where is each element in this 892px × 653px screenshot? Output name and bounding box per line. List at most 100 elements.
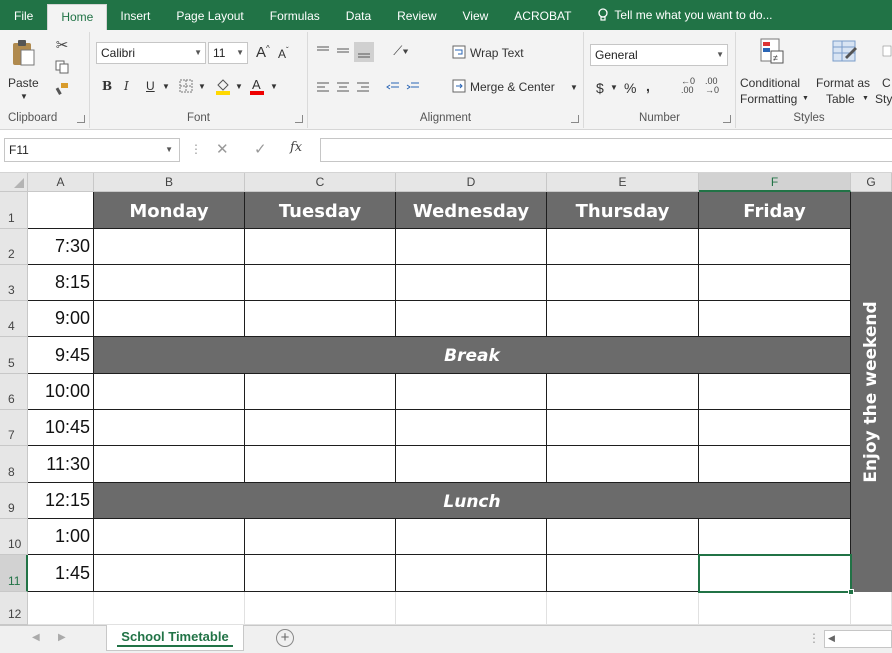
formula-input[interactable] — [320, 138, 892, 162]
italic-button[interactable]: I — [124, 79, 129, 93]
class-cell[interactable] — [699, 374, 851, 410]
time-cell[interactable]: 1:45 — [28, 555, 94, 592]
horizontal-scrollbar[interactable]: ◀ — [824, 630, 892, 648]
class-cell[interactable] — [396, 229, 547, 265]
lunch-band[interactable]: Lunch — [94, 483, 851, 519]
scroll-sheets-right-icon[interactable]: ▶ — [58, 632, 66, 643]
column-header-f[interactable]: F — [699, 173, 851, 192]
add-sheet-icon[interactable]: + — [276, 629, 294, 647]
class-cell[interactable] — [699, 301, 851, 337]
decrease-indent-icon[interactable] — [384, 78, 402, 96]
time-cell[interactable]: 10:00 — [28, 374, 94, 410]
column-header-d[interactable]: D — [396, 173, 547, 192]
time-cell[interactable]: 10:45 — [28, 410, 94, 446]
active-cell-f11[interactable] — [698, 554, 852, 593]
class-cell[interactable] — [245, 446, 396, 483]
splitter-grip-icon[interactable]: ⋮ — [808, 631, 820, 645]
class-cell[interactable] — [547, 446, 699, 483]
column-header-g[interactable]: G — [851, 173, 892, 192]
comma-button[interactable]: , — [646, 78, 650, 94]
class-cell[interactable] — [94, 374, 245, 410]
class-cell[interactable] — [699, 446, 851, 483]
shrink-font-icon[interactable]: Aˇ — [278, 46, 289, 61]
underline-dropdown-icon[interactable]: ▼ — [162, 82, 170, 91]
bold-button[interactable]: B — [102, 79, 112, 93]
conditional-formatting-icon[interactable]: ≠ — [758, 36, 788, 66]
align-center-icon[interactable] — [334, 78, 352, 96]
wrap-text-icon[interactable] — [450, 44, 468, 60]
day-header-wednesday[interactable]: Wednesday — [396, 192, 547, 229]
time-cell[interactable]: 12:15 — [28, 483, 94, 519]
column-header-b[interactable]: B — [94, 173, 245, 192]
fill-color-dropdown-icon[interactable]: ▼ — [235, 82, 243, 91]
cell-a12[interactable] — [28, 592, 94, 625]
column-header-c[interactable]: C — [245, 173, 396, 192]
paste-button[interactable] — [8, 36, 38, 70]
class-cell[interactable] — [245, 229, 396, 265]
class-cell[interactable] — [547, 410, 699, 446]
class-cell[interactable] — [245, 301, 396, 337]
row-header-10[interactable]: 10 — [0, 519, 28, 555]
cell-f12[interactable] — [699, 592, 851, 625]
font-launcher-icon[interactable] — [295, 115, 303, 123]
tab-data[interactable]: Data — [333, 0, 384, 30]
cell-styles-icon[interactable] — [882, 36, 892, 66]
cell-g12[interactable] — [851, 592, 892, 625]
tab-home[interactable]: Home — [47, 4, 108, 30]
class-cell[interactable] — [547, 301, 699, 337]
class-cell[interactable] — [547, 374, 699, 410]
align-bottom-icon[interactable] — [354, 42, 374, 62]
day-header-monday[interactable]: Monday — [94, 192, 245, 229]
row-header-4[interactable]: 4 — [0, 301, 28, 337]
cell-d12[interactable] — [396, 592, 547, 625]
column-header-e[interactable]: E — [547, 173, 699, 192]
cancel-icon[interactable]: ✕ — [216, 140, 229, 158]
class-cell[interactable] — [699, 410, 851, 446]
class-cell[interactable] — [396, 519, 547, 555]
increase-decimal-icon[interactable]: ←0.00 — [678, 76, 698, 96]
clipboard-launcher-icon[interactable] — [77, 115, 85, 123]
row-header-11[interactable]: 11 — [0, 555, 28, 592]
scroll-left-icon[interactable]: ◀ — [828, 633, 835, 644]
format-as-table-icon[interactable] — [830, 36, 860, 66]
insert-function-icon[interactable]: fx — [290, 140, 302, 155]
enter-icon[interactable]: ✓ — [254, 140, 267, 158]
cell-e12[interactable] — [547, 592, 699, 625]
tab-file[interactable]: File — [0, 0, 47, 30]
time-cell[interactable]: 8:15 — [28, 265, 94, 301]
class-cell[interactable] — [699, 229, 851, 265]
grow-font-icon[interactable]: A^ — [256, 44, 270, 61]
class-cell[interactable] — [94, 446, 245, 483]
select-all-corner[interactable] — [0, 173, 28, 192]
borders-dropdown-icon[interactable]: ▼ — [198, 82, 206, 91]
font-color-dropdown-icon[interactable]: ▼ — [270, 82, 278, 91]
merge-center-button[interactable]: Merge & Center — [470, 80, 555, 94]
class-cell[interactable] — [396, 555, 547, 592]
row-header-12[interactable]: 12 — [0, 592, 28, 625]
tab-formulas[interactable]: Formulas — [257, 0, 333, 30]
class-cell[interactable] — [94, 301, 245, 337]
class-cell[interactable] — [547, 519, 699, 555]
cell-a1[interactable] — [28, 192, 94, 229]
tab-review[interactable]: Review — [384, 0, 449, 30]
class-cell[interactable] — [396, 374, 547, 410]
row-header-1[interactable]: 1 — [0, 192, 28, 229]
chevron-down-icon[interactable]: ▼ — [165, 139, 173, 161]
name-box[interactable]: F11 ▼ — [4, 138, 180, 162]
font-name-select[interactable]: Calibri ▼ — [96, 42, 206, 64]
class-cell[interactable] — [396, 446, 547, 483]
conditional-formatting-label-1[interactable]: Conditional — [740, 76, 800, 90]
currency-dropdown-icon[interactable]: ▼ — [610, 83, 618, 92]
class-cell[interactable] — [94, 410, 245, 446]
wrap-text-button[interactable]: Wrap Text — [470, 46, 524, 60]
class-cell[interactable] — [94, 229, 245, 265]
number-format-select[interactable]: General ▼ — [590, 44, 728, 66]
tab-view[interactable]: View — [450, 0, 502, 30]
copy-icon[interactable] — [52, 58, 72, 76]
break-band[interactable]: Break — [94, 337, 851, 374]
format-as-table-label-1[interactable]: Format as — [816, 76, 870, 90]
merge-center-icon[interactable] — [450, 78, 468, 94]
class-cell[interactable] — [245, 265, 396, 301]
day-header-friday[interactable]: Friday — [699, 192, 851, 229]
cell-styles-label-2[interactable]: Sty — [875, 92, 892, 106]
